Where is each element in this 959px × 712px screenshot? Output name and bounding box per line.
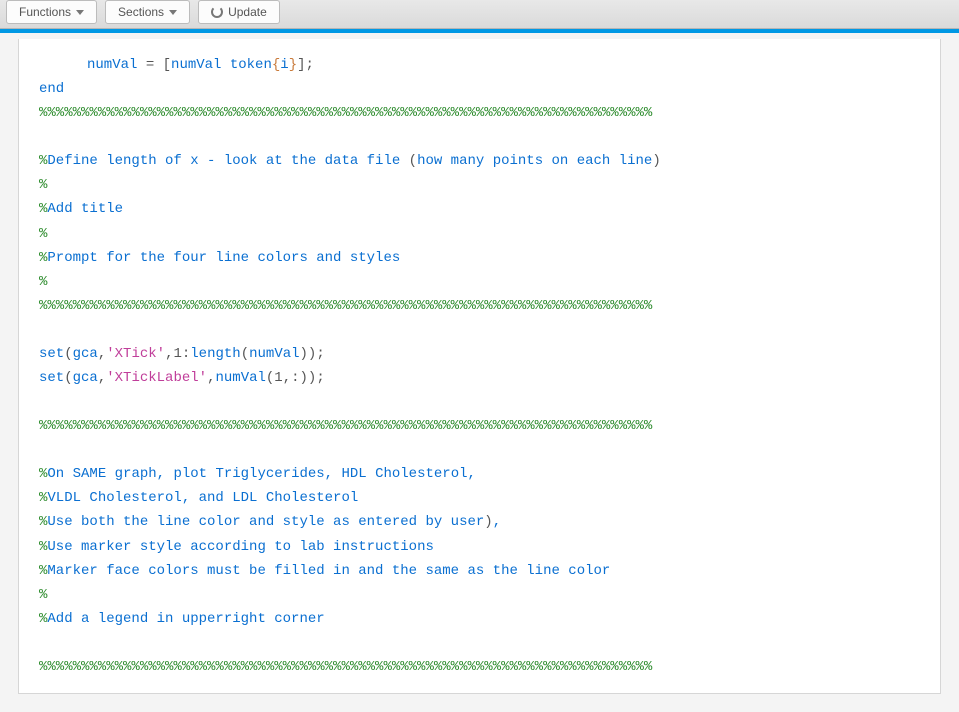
- code-line: %Add a legend in upperright corner: [39, 607, 920, 631]
- code-line: [39, 438, 920, 462]
- code-line: [39, 125, 920, 149]
- code-line: %Prompt for the four line colors and sty…: [39, 246, 920, 270]
- code-editor[interactable]: numVal = [numVal token{i}]; end %%%%%%%%…: [18, 39, 941, 694]
- code-line: %%%%%%%%%%%%%%%%%%%%%%%%%%%%%%%%%%%%%%%%…: [39, 101, 920, 125]
- sections-button[interactable]: Sections: [105, 0, 190, 24]
- code-line: %Add title: [39, 197, 920, 221]
- caret-down-icon: [76, 10, 84, 15]
- code-line: %%%%%%%%%%%%%%%%%%%%%%%%%%%%%%%%%%%%%%%%…: [39, 414, 920, 438]
- code-line: %: [39, 270, 920, 294]
- code-line: %Marker face colors must be filled in an…: [39, 559, 920, 583]
- code-line: %: [39, 173, 920, 197]
- update-button[interactable]: Update: [198, 0, 280, 24]
- code-line: %Use both the line color and style as en…: [39, 510, 920, 534]
- code-line: %: [39, 222, 920, 246]
- code-line: [39, 318, 920, 342]
- refresh-icon: [211, 6, 223, 18]
- toolbar: Functions Sections Update: [0, 0, 959, 29]
- code-line: %%%%%%%%%%%%%%%%%%%%%%%%%%%%%%%%%%%%%%%%…: [39, 294, 920, 318]
- code-line: set(gca,'XTickLabel',numVal(1,:));: [39, 366, 920, 390]
- code-line: %On SAME graph, plot Triglycerides, HDL …: [39, 462, 920, 486]
- code-line: %: [39, 583, 920, 607]
- code-line: %VLDL Cholesterol, and LDL Cholesterol: [39, 486, 920, 510]
- code-line: [39, 390, 920, 414]
- code-line: %Define length of x - look at the data f…: [39, 149, 920, 173]
- functions-button[interactable]: Functions: [6, 0, 97, 24]
- code-line: set(gca,'XTick',1:length(numVal));: [39, 342, 920, 366]
- code-line: end: [39, 77, 920, 101]
- functions-label: Functions: [19, 5, 71, 19]
- code-line: [39, 631, 920, 655]
- update-label: Update: [228, 5, 267, 19]
- caret-down-icon: [169, 10, 177, 15]
- editor-wrap: numVal = [numVal token{i}]; end %%%%%%%%…: [0, 33, 959, 712]
- sections-label: Sections: [118, 5, 164, 19]
- code-line: numVal = [numVal token{i}];: [39, 53, 920, 77]
- code-line: %Use marker style according to lab instr…: [39, 535, 920, 559]
- code-line: %%%%%%%%%%%%%%%%%%%%%%%%%%%%%%%%%%%%%%%%…: [39, 655, 920, 679]
